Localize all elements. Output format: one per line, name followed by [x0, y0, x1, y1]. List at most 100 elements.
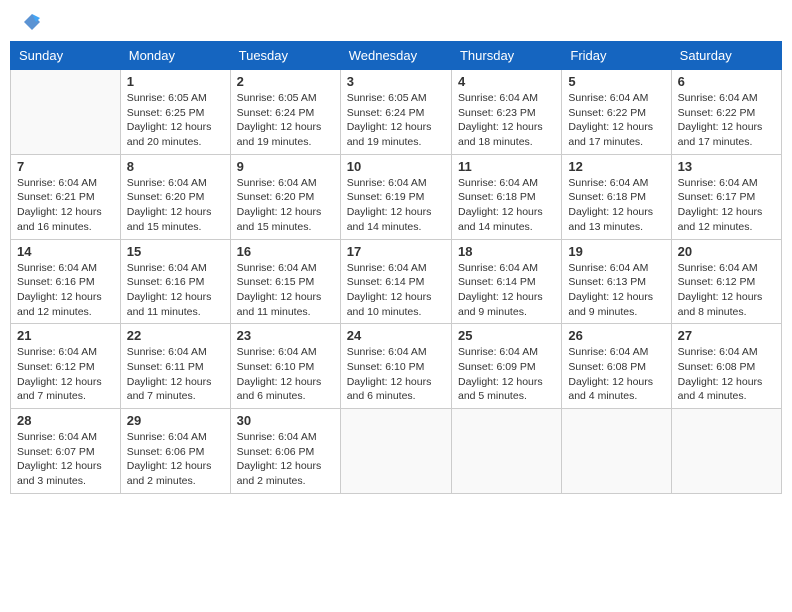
day-info: Sunrise: 6:04 AM Sunset: 6:20 PM Dayligh…	[127, 176, 224, 235]
calendar-cell: 3 Sunrise: 6:05 AM Sunset: 6:24 PM Daylig…	[340, 70, 451, 155]
day-number: 12	[568, 159, 664, 174]
calendar-cell: 1 Sunrise: 6:05 AM Sunset: 6:25 PM Daylig…	[120, 70, 230, 155]
day-info: Sunrise: 6:04 AM Sunset: 6:10 PM Dayligh…	[237, 345, 334, 404]
calendar-cell: 25 Sunrise: 6:04 AM Sunset: 6:09 PM Dayli…	[451, 324, 561, 409]
calendar-cell: 19 Sunrise: 6:04 AM Sunset: 6:13 PM Dayli…	[562, 239, 671, 324]
day-header-monday: Monday	[120, 42, 230, 70]
day-number: 2	[237, 74, 334, 89]
day-header-wednesday: Wednesday	[340, 42, 451, 70]
day-info: Sunrise: 6:04 AM Sunset: 6:19 PM Dayligh…	[347, 176, 445, 235]
day-number: 8	[127, 159, 224, 174]
day-number: 17	[347, 244, 445, 259]
day-number: 7	[17, 159, 114, 174]
calendar-cell: 18 Sunrise: 6:04 AM Sunset: 6:14 PM Dayli…	[451, 239, 561, 324]
day-info: Sunrise: 6:04 AM Sunset: 6:06 PM Dayligh…	[127, 430, 224, 489]
calendar-cell: 14 Sunrise: 6:04 AM Sunset: 6:16 PM Dayli…	[11, 239, 121, 324]
day-info: Sunrise: 6:04 AM Sunset: 6:14 PM Dayligh…	[458, 261, 555, 320]
calendar-cell: 10 Sunrise: 6:04 AM Sunset: 6:19 PM Dayli…	[340, 154, 451, 239]
calendar-table: SundayMondayTuesdayWednesdayThursdayFrid…	[10, 41, 782, 494]
calendar-cell: 27Sunrise: 6:04 AM Sunset: 6:08 PM Dayli…	[671, 324, 781, 409]
day-info: Sunrise: 6:04 AM Sunset: 6:18 PM Dayligh…	[458, 176, 555, 235]
day-header-saturday: Saturday	[671, 42, 781, 70]
day-info: Sunrise: 6:04 AM Sunset: 6:16 PM Dayligh…	[17, 261, 114, 320]
day-info: Sunrise: 6:04 AM Sunset: 6:10 PM Dayligh…	[347, 345, 445, 404]
day-number: 24	[347, 328, 445, 343]
calendar-cell	[11, 70, 121, 155]
calendar-cell: 7 Sunrise: 6:04 AM Sunset: 6:21 PM Daylig…	[11, 154, 121, 239]
day-number: 10	[347, 159, 445, 174]
calendar-cell: 28Sunrise: 6:04 AM Sunset: 6:07 PM Dayli…	[11, 409, 121, 494]
day-info: Sunrise: 6:05 AM Sunset: 6:25 PM Dayligh…	[127, 91, 224, 150]
day-info: Sunrise: 6:04 AM Sunset: 6:12 PM Dayligh…	[678, 261, 775, 320]
day-info: Sunrise: 6:04 AM Sunset: 6:13 PM Dayligh…	[568, 261, 664, 320]
day-number: 20	[678, 244, 775, 259]
week-row-3: 14 Sunrise: 6:04 AM Sunset: 6:16 PM Dayli…	[11, 239, 782, 324]
logo-icon	[22, 12, 42, 37]
day-number: 1	[127, 74, 224, 89]
calendar-cell: 23 Sunrise: 6:04 AM Sunset: 6:10 PM Dayli…	[230, 324, 340, 409]
calendar-cell: 16Sunrise: 6:04 AM Sunset: 6:15 PM Dayli…	[230, 239, 340, 324]
day-number: 26	[568, 328, 664, 343]
calendar-cell: 6 Sunrise: 6:04 AM Sunset: 6:22 PM Daylig…	[671, 70, 781, 155]
calendar-cell	[562, 409, 671, 494]
day-info: Sunrise: 6:04 AM Sunset: 6:06 PM Dayligh…	[237, 430, 334, 489]
calendar-cell: 4 Sunrise: 6:04 AM Sunset: 6:23 PM Daylig…	[451, 70, 561, 155]
calendar-cell: 29 Sunrise: 6:04 AM Sunset: 6:06 PM Dayli…	[120, 409, 230, 494]
calendar-cell: 8 Sunrise: 6:04 AM Sunset: 6:20 PM Daylig…	[120, 154, 230, 239]
day-number: 18	[458, 244, 555, 259]
day-info: Sunrise: 6:04 AM Sunset: 6:18 PM Dayligh…	[568, 176, 664, 235]
day-info: Sunrise: 6:04 AM Sunset: 6:22 PM Dayligh…	[568, 91, 664, 150]
calendar-cell	[451, 409, 561, 494]
day-info: Sunrise: 6:04 AM Sunset: 6:23 PM Dayligh…	[458, 91, 555, 150]
day-number: 4	[458, 74, 555, 89]
day-number: 16	[237, 244, 334, 259]
day-number: 19	[568, 244, 664, 259]
day-info: Sunrise: 6:05 AM Sunset: 6:24 PM Dayligh…	[237, 91, 334, 150]
calendar-cell: 30Sunrise: 6:04 AM Sunset: 6:06 PM Dayli…	[230, 409, 340, 494]
day-info: Sunrise: 6:04 AM Sunset: 6:12 PM Dayligh…	[17, 345, 114, 404]
calendar-cell: 22 Sunrise: 6:04 AM Sunset: 6:11 PM Dayli…	[120, 324, 230, 409]
day-info: Sunrise: 6:04 AM Sunset: 6:22 PM Dayligh…	[678, 91, 775, 150]
day-number: 11	[458, 159, 555, 174]
calendar-cell	[340, 409, 451, 494]
day-info: Sunrise: 6:04 AM Sunset: 6:08 PM Dayligh…	[678, 345, 775, 404]
day-info: Sunrise: 6:04 AM Sunset: 6:17 PM Dayligh…	[678, 176, 775, 235]
calendar-cell: 5Sunrise: 6:04 AM Sunset: 6:22 PM Daylig…	[562, 70, 671, 155]
calendar-cell: 24 Sunrise: 6:04 AM Sunset: 6:10 PM Dayli…	[340, 324, 451, 409]
calendar-cell: 2 Sunrise: 6:05 AM Sunset: 6:24 PM Daylig…	[230, 70, 340, 155]
day-header-tuesday: Tuesday	[230, 42, 340, 70]
page-header	[10, 10, 782, 33]
calendar-cell: 20 Sunrise: 6:04 AM Sunset: 6:12 PM Dayli…	[671, 239, 781, 324]
calendar-cell: 15Sunrise: 6:04 AM Sunset: 6:16 PM Dayli…	[120, 239, 230, 324]
calendar-cell: 17Sunrise: 6:04 AM Sunset: 6:14 PM Dayli…	[340, 239, 451, 324]
day-header-friday: Friday	[562, 42, 671, 70]
calendar-cell: 11 Sunrise: 6:04 AM Sunset: 6:18 PM Dayli…	[451, 154, 561, 239]
day-info: Sunrise: 6:04 AM Sunset: 6:21 PM Dayligh…	[17, 176, 114, 235]
day-info: Sunrise: 6:04 AM Sunset: 6:09 PM Dayligh…	[458, 345, 555, 404]
day-number: 22	[127, 328, 224, 343]
day-header-thursday: Thursday	[451, 42, 561, 70]
day-number: 14	[17, 244, 114, 259]
day-info: Sunrise: 6:05 AM Sunset: 6:24 PM Dayligh…	[347, 91, 445, 150]
day-number: 3	[347, 74, 445, 89]
logo	[20, 20, 42, 33]
calendar-cell: 12 Sunrise: 6:04 AM Sunset: 6:18 PM Dayli…	[562, 154, 671, 239]
calendar-cell: 9 Sunrise: 6:04 AM Sunset: 6:20 PM Daylig…	[230, 154, 340, 239]
day-number: 29	[127, 413, 224, 428]
day-info: Sunrise: 6:04 AM Sunset: 6:07 PM Dayligh…	[17, 430, 114, 489]
day-info: Sunrise: 6:04 AM Sunset: 6:11 PM Dayligh…	[127, 345, 224, 404]
calendar-cell: 21 Sunrise: 6:04 AM Sunset: 6:12 PM Dayli…	[11, 324, 121, 409]
day-number: 9	[237, 159, 334, 174]
day-number: 21	[17, 328, 114, 343]
week-row-4: 21 Sunrise: 6:04 AM Sunset: 6:12 PM Dayli…	[11, 324, 782, 409]
day-header-row: SundayMondayTuesdayWednesdayThursdayFrid…	[11, 42, 782, 70]
day-number: 15	[127, 244, 224, 259]
calendar-cell	[671, 409, 781, 494]
day-info: Sunrise: 6:04 AM Sunset: 6:20 PM Dayligh…	[237, 176, 334, 235]
day-number: 25	[458, 328, 555, 343]
day-number: 6	[678, 74, 775, 89]
week-row-1: 1 Sunrise: 6:05 AM Sunset: 6:25 PM Daylig…	[11, 70, 782, 155]
day-number: 23	[237, 328, 334, 343]
week-row-2: 7 Sunrise: 6:04 AM Sunset: 6:21 PM Daylig…	[11, 154, 782, 239]
calendar-cell: 13Sunrise: 6:04 AM Sunset: 6:17 PM Dayli…	[671, 154, 781, 239]
